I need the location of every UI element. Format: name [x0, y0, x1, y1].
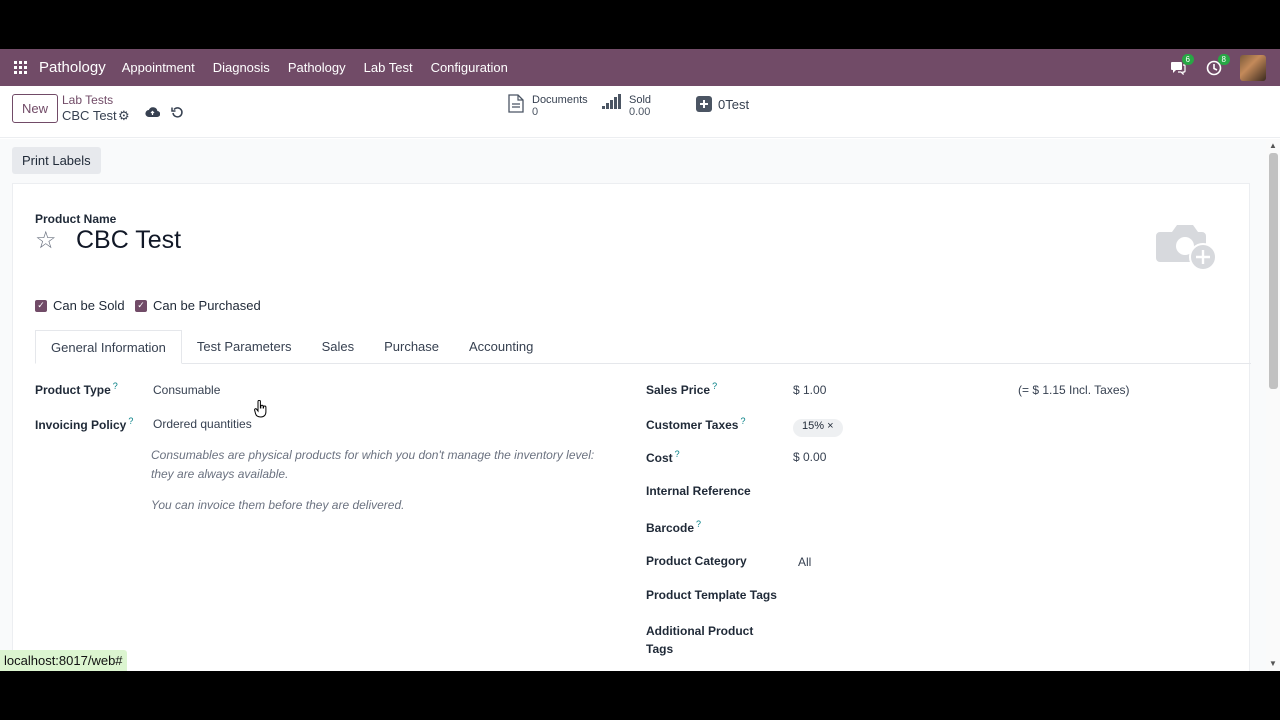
remove-tag-icon[interactable]: ×	[827, 420, 833, 432]
menu-lab-test[interactable]: Lab Test	[364, 60, 413, 75]
form-tabs: General Information Test Parameters Sale…	[35, 330, 1251, 364]
help-icon[interactable]: ?	[675, 449, 680, 459]
can-be-sold-checkbox[interactable]: ✓ Can be Sold	[35, 298, 125, 313]
signal-bars-icon	[602, 94, 621, 109]
invoicing-policy-label: Invoicing Policy?	[35, 416, 134, 432]
status-bar-url: localhost:8017/web#	[0, 650, 127, 671]
test-stat-button[interactable]: 0Test	[696, 96, 749, 112]
product-template-tags-label: Product Template Tags	[646, 588, 777, 602]
consumable-note: Consumables are physical products for wh…	[151, 448, 595, 481]
scroll-up-arrow-icon[interactable]: ▲	[1269, 141, 1277, 150]
gear-icon[interactable]: ⚙	[118, 108, 130, 124]
record-title: CBC Test	[62, 108, 117, 123]
sold-value: 0.00	[629, 106, 651, 118]
document-icon	[508, 94, 524, 113]
print-labels-button[interactable]: Print Labels	[12, 147, 101, 174]
apps-grid-icon[interactable]	[14, 60, 28, 75]
messages-icon[interactable]: 6	[1168, 53, 1194, 78]
activities-icon[interactable]: 8	[1204, 53, 1230, 78]
tab-accounting[interactable]: Accounting	[454, 330, 548, 364]
cost-field[interactable]: $ 0.00	[793, 450, 826, 464]
invoicing-policy-field[interactable]: Ordered quantities	[153, 417, 252, 431]
product-name-field[interactable]: CBC Test	[76, 226, 181, 255]
product-type-field[interactable]: Consumable	[153, 383, 220, 397]
test-count-label: 0Test	[718, 96, 750, 112]
documents-label: Documents	[532, 94, 588, 106]
save-cloud-icon[interactable]	[145, 106, 161, 121]
documents-count: 0	[532, 106, 539, 118]
camera-add-icon[interactable]	[1149, 208, 1225, 284]
customer-taxes-label: Customer Taxes?	[646, 416, 746, 432]
incl-taxes-text: (= $ 1.15 Incl. Taxes)	[1018, 383, 1130, 397]
help-icon[interactable]: ?	[113, 381, 118, 391]
tab-purchase[interactable]: Purchase	[369, 330, 454, 364]
tab-general-information[interactable]: General Information	[35, 330, 182, 364]
control-panel: New Lab Tests CBC Test ⚙ Documents 0 Sol…	[0, 86, 1280, 138]
additional-product-tags-label: Additional Product Tags	[646, 624, 754, 656]
cost-label: Cost?	[646, 449, 680, 465]
help-icon[interactable]: ?	[128, 416, 133, 426]
tab-test-parameters[interactable]: Test Parameters	[182, 330, 307, 364]
scroll-thumb[interactable]	[1269, 153, 1278, 389]
can-be-purchased-checkbox[interactable]: ✓ Can be Purchased	[135, 298, 261, 313]
breadcrumb-lab-tests[interactable]: Lab Tests	[62, 93, 113, 107]
sales-price-field[interactable]: $ 1.00	[793, 383, 826, 397]
tab-sales[interactable]: Sales	[307, 330, 370, 364]
menu-configuration[interactable]: Configuration	[431, 60, 508, 75]
help-icon[interactable]: ?	[740, 416, 745, 426]
invoicing-note: You can invoice them before they are del…	[151, 498, 405, 512]
app-brand[interactable]: Pathology	[39, 59, 106, 76]
menu-pathology[interactable]: Pathology	[288, 60, 346, 75]
checkbox-checked-icon: ✓	[135, 299, 147, 312]
menu-appointment[interactable]: Appointment	[122, 60, 195, 75]
form-content: Print Labels Product Name ☆ CBC Test ✓ C…	[0, 139, 1266, 671]
product-type-label: Product Type?	[35, 381, 118, 397]
checkbox-checked-icon: ✓	[35, 299, 47, 312]
internal-reference-label: Internal Reference	[646, 484, 751, 498]
barcode-label: Barcode?	[646, 519, 702, 535]
help-icon[interactable]: ?	[712, 381, 717, 391]
can-be-sold-label: Can be Sold	[53, 298, 125, 313]
menu-diagnosis[interactable]: Diagnosis	[213, 60, 270, 75]
plus-square-icon	[696, 96, 712, 112]
help-icon[interactable]: ?	[696, 519, 701, 529]
can-be-purchased-label: Can be Purchased	[153, 298, 261, 313]
scroll-down-arrow-icon[interactable]: ▼	[1269, 659, 1277, 668]
documents-stat-button[interactable]: Documents 0	[508, 94, 588, 118]
new-button[interactable]: New	[12, 94, 58, 123]
hand-pointer-cursor-icon	[254, 399, 268, 421]
product-category-label: Product Category	[646, 554, 747, 568]
activities-badge: 8	[1217, 53, 1230, 65]
screen: Pathology Appointment Diagnosis Patholog…	[0, 49, 1280, 671]
user-avatar[interactable]	[1240, 54, 1266, 81]
form-sheet: Product Name ☆ CBC Test ✓ Can be Sold ✓ …	[12, 183, 1251, 671]
discard-changes-icon[interactable]	[171, 106, 184, 122]
product-name-label: Product Name	[35, 212, 117, 226]
favorite-star-icon[interactable]: ☆	[35, 226, 57, 255]
sales-price-label: Sales Price?	[646, 381, 718, 397]
top-navbar: Pathology Appointment Diagnosis Patholog…	[0, 49, 1280, 86]
sold-label: Sold	[629, 94, 652, 106]
sold-stat-button[interactable]: Sold 0.00	[602, 94, 651, 118]
messages-badge: 6	[1181, 53, 1194, 65]
vertical-scrollbar[interactable]: ▲ ▼	[1266, 139, 1280, 671]
product-category-field[interactable]: All	[798, 555, 811, 569]
customer-tax-tag[interactable]: 15% ×	[793, 419, 843, 437]
